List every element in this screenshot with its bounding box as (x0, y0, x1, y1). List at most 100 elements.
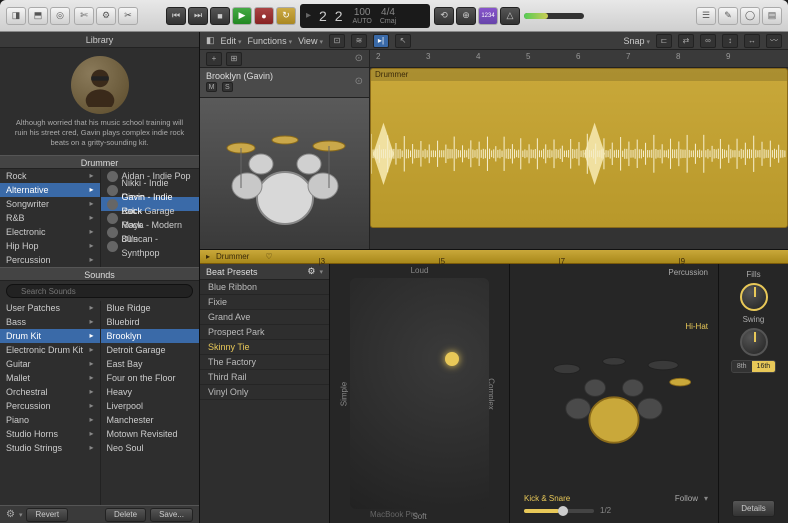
list-item[interactable]: Percussion▸ (0, 253, 100, 267)
list-item[interactable]: Neo Soul (101, 441, 200, 455)
list-item[interactable]: Blue Ridge (101, 301, 200, 315)
edit-menu[interactable]: Edit▾ (221, 36, 242, 46)
list-item[interactable]: East Bay (101, 357, 200, 371)
list-item[interactable]: Manchester (101, 413, 200, 427)
freeze-icon[interactable]: ⊙ (355, 76, 363, 87)
preset-item[interactable]: Skinny Tie (200, 340, 329, 355)
smart-controls-icon[interactable]: ◎ (50, 7, 70, 25)
list-item[interactable]: Detroit Garage (101, 343, 200, 357)
duplicate-track-button[interactable]: ⊞ (226, 52, 242, 66)
list-item[interactable]: Hip Hop▸ (0, 239, 100, 253)
list-item[interactable]: Duncan - Synthpop (101, 239, 200, 253)
list-item[interactable]: Bass▸ (0, 315, 100, 329)
pointer-tool-icon[interactable]: ↖ (395, 34, 411, 48)
search-sounds-input[interactable] (6, 284, 193, 298)
link-icon[interactable]: ∞ (700, 34, 716, 48)
mixer-icon[interactable]: ⬒ (28, 7, 48, 25)
loops-browser-icon[interactable]: ◯ (740, 7, 760, 25)
list-item[interactable]: Electronic Drum Kit▸ (0, 343, 100, 357)
notepad-icon[interactable]: ✎ (718, 7, 738, 25)
follow-chevron-icon[interactable]: ▾ (704, 494, 708, 503)
swing-knob[interactable] (740, 328, 768, 356)
list-item[interactable]: Studio Horns▸ (0, 427, 100, 441)
list-editors-icon[interactable]: ☰ (696, 7, 716, 25)
list-item[interactable]: Piano▸ (0, 413, 100, 427)
library-toggle-icon[interactable]: ◨ (6, 7, 26, 25)
snap-mode-icon[interactable]: ⊏ (656, 34, 672, 48)
editors-icon[interactable]: ✄ (74, 7, 94, 25)
list-item[interactable]: Heavy (101, 385, 200, 399)
list-item[interactable]: Brooklyn (101, 329, 200, 343)
mute-button[interactable]: M (206, 82, 217, 92)
waveform-zoom-icon[interactable]: 〰 (766, 34, 782, 48)
list-item[interactable]: R&B▸ (0, 211, 100, 225)
list-item[interactable]: Drum Kit▸ (0, 329, 100, 343)
list-item[interactable]: Liverpool (101, 399, 200, 413)
record-icon[interactable]: ● (254, 7, 274, 25)
preset-item[interactable]: Vinyl Only (200, 385, 329, 400)
scissors-icon[interactable]: ✂ (118, 7, 138, 25)
list-item[interactable]: Songwriter▸ (0, 197, 100, 211)
swing-resolution-segment[interactable]: 8th16th (731, 360, 776, 373)
list-item[interactable]: Four on the Floor (101, 371, 200, 385)
replace-icon[interactable]: ⟲ (434, 7, 454, 25)
list-item[interactable]: Mallet▸ (0, 371, 100, 385)
swing-option[interactable]: 8th (732, 361, 752, 372)
xy-puck[interactable] (445, 352, 459, 366)
timeline-ruler[interactable]: 23456789 (370, 50, 788, 68)
snap-menu[interactable]: Snap▾ (623, 36, 650, 46)
master-volume[interactable] (524, 13, 584, 19)
stop-icon[interactable]: ■ (210, 7, 230, 25)
add-track-button[interactable]: + (206, 52, 222, 66)
fills-knob[interactable] (740, 283, 768, 311)
zoom-v-icon[interactable]: ↕ (722, 34, 738, 48)
solo-button[interactable]: S (222, 82, 233, 92)
lcd-display[interactable]: ▸ 2 2 100AUTO 4/4Cmaj (300, 4, 430, 28)
metronome-icon[interactable]: △ (500, 7, 520, 25)
media-browser-icon[interactable]: ▤ (762, 7, 782, 25)
list-item[interactable]: Percussion▸ (0, 399, 100, 413)
tuner-icon[interactable]: ⊕ (456, 7, 476, 25)
track-header[interactable]: Brooklyn (Gavin) M S ⊙ (200, 68, 369, 98)
catch-playhead-icon[interactable]: ▸| (373, 34, 389, 48)
cycle-icon[interactable]: ↻ (276, 7, 296, 25)
preset-item[interactable]: Fixie (200, 295, 329, 310)
drum-kit-selector[interactable]: Percussion Hi-Hat Kick & Snare Follow ▾ (510, 264, 718, 523)
gear-icon[interactable]: ⚙ (6, 509, 15, 520)
inspector-icon[interactable]: ◧ (206, 35, 215, 46)
global-tracks-icon[interactable]: ⊙ (355, 53, 363, 64)
preset-item[interactable]: Third Rail (200, 370, 329, 385)
preset-gear-icon[interactable]: ⚙ (307, 266, 315, 277)
details-button[interactable]: Details (732, 500, 774, 517)
list-item[interactable]: Electronic▸ (0, 225, 100, 239)
list-item[interactable]: Motown Revisited (101, 427, 200, 441)
list-item[interactable]: Alternative▸ (0, 183, 100, 197)
preset-item[interactable]: Grand Ave (200, 310, 329, 325)
list-item[interactable]: Rock▸ (0, 169, 100, 183)
list-item[interactable]: Bluebird (101, 315, 200, 329)
functions-menu[interactable]: Functions▾ (248, 36, 293, 46)
list-item[interactable]: User Patches▸ (0, 301, 100, 315)
kick-snare-slider[interactable] (524, 509, 594, 513)
drummer-region[interactable]: Drummer (370, 68, 788, 228)
preset-item[interactable]: The Factory (200, 355, 329, 370)
list-item[interactable]: Studio Strings▸ (0, 441, 100, 455)
forward-icon[interactable]: ⏭ (188, 7, 208, 25)
revert-button[interactable]: Revert (26, 508, 68, 522)
instrument-preview[interactable] (200, 98, 369, 248)
list-item[interactable]: Orchestral▸ (0, 385, 100, 399)
rewind-icon[interactable]: ⏮ (166, 7, 186, 25)
swing-option[interactable]: 16th (752, 361, 776, 372)
preset-item[interactable]: Prospect Park (200, 325, 329, 340)
editor-ruler[interactable]: ▸ Drummer ♡ |3|5|7|9 (200, 250, 788, 264)
save-button[interactable]: Save... (150, 508, 193, 522)
zoom-h-icon[interactable]: ↔ (744, 34, 760, 48)
settings-icon[interactable]: ⚙ (96, 7, 116, 25)
flex-icon[interactable]: ≋ (351, 34, 367, 48)
arrange-area[interactable]: 23456789 Drummer (370, 50, 788, 249)
xy-pad[interactable]: Loud Soft Simple Complex (330, 264, 510, 523)
delete-button[interactable]: Delete (105, 508, 146, 522)
play-icon[interactable]: ▶ (232, 7, 252, 25)
goto-icon[interactable]: ▸ (306, 10, 311, 21)
count-in-button[interactable]: 1234 (478, 7, 498, 25)
